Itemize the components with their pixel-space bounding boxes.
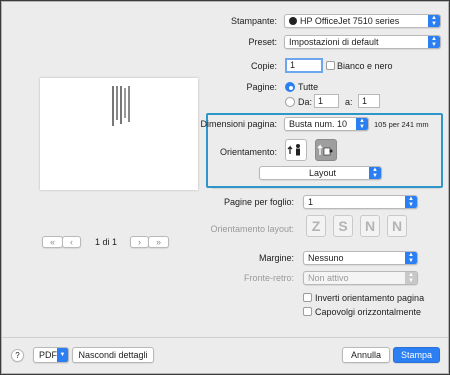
printer-icon: [289, 17, 297, 25]
chevron-updown-icon: ▲ ▼: [356, 118, 368, 130]
printer-select[interactable]: HP OfficeJet 7510 series ▲ ▼: [284, 14, 441, 28]
section-divider: [212, 188, 440, 189]
chevron-updown-icon: ▲ ▼: [428, 36, 440, 48]
chevron-updown-icon: ▲ ▼: [428, 15, 440, 27]
two-sided-select[interactable]: Non attivo ▲ ▼: [303, 271, 418, 285]
pages-all-radio[interactable]: [285, 82, 295, 92]
layout-n-reverse-icon[interactable]: N: [387, 215, 407, 237]
pages-label: Pagine:: [246, 82, 277, 92]
paper-size-value: Busta num. 10: [289, 119, 348, 129]
preview-prev-page-button[interactable]: ‹: [62, 236, 81, 248]
pages-from-input[interactable]: 1: [314, 94, 339, 108]
border-label: Margine:: [258, 253, 294, 263]
chevron-updown-icon: ▲ ▼: [405, 196, 417, 208]
page-preview: [40, 78, 198, 190]
border-select[interactable]: Nessuno ▲ ▼: [303, 251, 418, 265]
landscape-orientation-icon: [317, 144, 333, 156]
pages-per-sheet-select[interactable]: 1 ▲ ▼: [303, 195, 418, 209]
preview-last-page-button[interactable]: »: [148, 236, 169, 248]
printer-label: Stampante:: [230, 16, 277, 26]
orientation-label: Orientamento:: [219, 147, 277, 157]
layout-direction-label: Orientamento layout:: [210, 224, 294, 234]
pages-per-sheet-value: 1: [308, 197, 314, 207]
copies-input[interactable]: 1: [285, 58, 323, 73]
chevron-down-icon: ▼: [57, 348, 68, 362]
preview-text-lines: [112, 86, 132, 126]
preset-value: Impostazioni di default: [289, 37, 379, 47]
preview-next-page-button[interactable]: ›: [130, 236, 149, 248]
border-value: Nessuno: [308, 253, 344, 263]
black-white-label: Bianco e nero: [337, 61, 393, 71]
hide-details-button[interactable]: Nascondi dettagli: [72, 347, 154, 363]
page-counter: 1 di 1: [95, 237, 118, 247]
section-value: Layout: [308, 168, 337, 178]
pdf-label: PDF: [39, 350, 57, 360]
layout-z-icon[interactable]: Z: [306, 215, 326, 237]
portrait-orientation-icon: [287, 144, 300, 156]
pages-from-label: Da:: [298, 97, 313, 107]
paper-size-label: Dimensioni pagina:: [200, 119, 277, 129]
chevron-updown-icon: ▲ ▼: [369, 167, 381, 179]
pages-range-radio[interactable]: [285, 97, 295, 107]
pages-per-sheet-label: Pagine per foglio:: [223, 197, 294, 207]
section-select[interactable]: Layout ▲ ▼: [259, 166, 382, 180]
reverse-orientation-checkbox[interactable]: [303, 293, 312, 302]
layout-s-icon[interactable]: S: [333, 215, 353, 237]
chevron-updown-icon: ▲ ▼: [405, 252, 417, 264]
pdf-menu-button[interactable]: PDF ▼: [33, 347, 69, 363]
orientation-portrait-button[interactable]: [285, 139, 307, 161]
layout-n-icon[interactable]: N: [360, 215, 380, 237]
pages-to-input[interactable]: 1: [358, 94, 380, 108]
black-white-checkbox[interactable]: [326, 61, 335, 70]
copies-label: Copie:: [250, 61, 277, 71]
print-button[interactable]: Stampa: [393, 347, 440, 363]
two-sided-label: Fronte-retro:: [243, 273, 294, 283]
paper-size-select[interactable]: Busta num. 10 ▲ ▼: [284, 117, 369, 131]
cancel-button[interactable]: Annulla: [342, 347, 390, 363]
two-sided-value: Non attivo: [308, 273, 349, 283]
printer-value: HP OfficeJet 7510 series: [300, 16, 400, 26]
footer-divider: [2, 337, 448, 338]
flip-horizontal-checkbox[interactable]: [303, 307, 312, 316]
pages-all-label: Tutte: [298, 82, 319, 92]
orientation-landscape-button[interactable]: [315, 139, 337, 161]
paper-dimensions: 105 per 241 mm: [374, 120, 429, 129]
preset-select[interactable]: Impostazioni di default ▲ ▼: [284, 35, 441, 49]
chevron-updown-icon: ▲ ▼: [405, 272, 417, 284]
pages-to-label: a:: [345, 97, 353, 107]
preview-first-page-button[interactable]: «: [42, 236, 63, 248]
flip-horizontal-label: Capovolgi orizzontalmente: [315, 307, 422, 317]
help-button[interactable]: ?: [11, 349, 24, 362]
print-dialog: « ‹ 1 di 1 › » Stampante: HP OfficeJet 7…: [1, 1, 449, 374]
preset-label: Preset:: [248, 37, 277, 47]
reverse-orientation-label: Inverti orientamento pagina: [315, 293, 425, 303]
